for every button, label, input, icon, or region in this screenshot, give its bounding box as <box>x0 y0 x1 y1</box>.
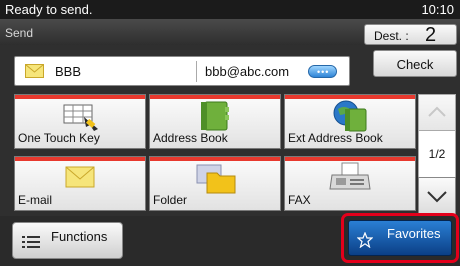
tile-label: Address Book <box>153 131 228 145</box>
fax-icon <box>329 162 371 190</box>
favorites-label: Favorites <box>387 226 441 241</box>
functions-button[interactable]: Functions <box>12 222 123 259</box>
tile-fax[interactable]: FAX <box>284 156 416 211</box>
destination-count-button[interactable]: Dest. : 2 <box>364 24 457 46</box>
ext-address-book-icon <box>333 100 367 132</box>
destination-count: 2 <box>425 24 437 46</box>
chevron-down-icon <box>427 191 447 203</box>
star-icon <box>357 232 373 248</box>
destination-name: BBB <box>55 64 82 79</box>
check-button[interactable]: Check <box>373 50 457 77</box>
chevron-up-icon <box>428 106 446 117</box>
scroll-up-button[interactable] <box>418 94 456 131</box>
tile-label: E-mail <box>18 193 53 207</box>
destination-count-label: Dest. : <box>374 29 409 43</box>
tile-address-book[interactable]: Address Book <box>149 94 281 149</box>
favorites-button[interactable]: Favorites <box>348 220 452 256</box>
email-icon <box>65 166 95 188</box>
tile-label: FAX <box>288 193 311 207</box>
scroll-down-button[interactable] <box>418 177 456 216</box>
tile-folder[interactable]: Folder <box>149 156 281 211</box>
destination-entry[interactable]: BBB bbb@abc.com ••• <box>14 56 350 86</box>
tile-label: One Touch Key <box>18 131 100 145</box>
status-bar: Ready to send. 10:10 <box>0 0 460 19</box>
tile-label: Folder <box>153 193 188 207</box>
tile-label: Ext Address Book <box>288 131 383 145</box>
envelope-icon <box>25 64 44 78</box>
address-book-icon <box>201 101 229 131</box>
tile-email[interactable]: E-mail <box>14 156 146 211</box>
page-scroller: 1/2 <box>418 94 456 216</box>
divider <box>196 61 197 82</box>
destination-address: bbb@abc.com <box>205 64 290 79</box>
page-title: Send <box>5 26 34 40</box>
one-touch-key-icon <box>63 104 98 131</box>
send-screen: Ready to send. 10:10 Send Dest. : 2 BBB … <box>0 0 460 266</box>
list-icon <box>22 236 40 248</box>
tile-one-touch-key[interactable]: One Touch Key <box>14 94 146 149</box>
clock: 10:10 <box>421 2 454 17</box>
page-indicator: 1/2 <box>418 131 456 177</box>
more-icon[interactable]: ••• <box>308 65 337 78</box>
page-number: 1/2 <box>428 147 446 161</box>
folder-icon <box>196 164 236 194</box>
check-button-label: Check <box>396 57 434 72</box>
tile-ext-address-book[interactable]: Ext Address Book <box>284 94 416 149</box>
functions-label: Functions <box>51 229 108 244</box>
status-message: Ready to send. <box>5 2 93 17</box>
